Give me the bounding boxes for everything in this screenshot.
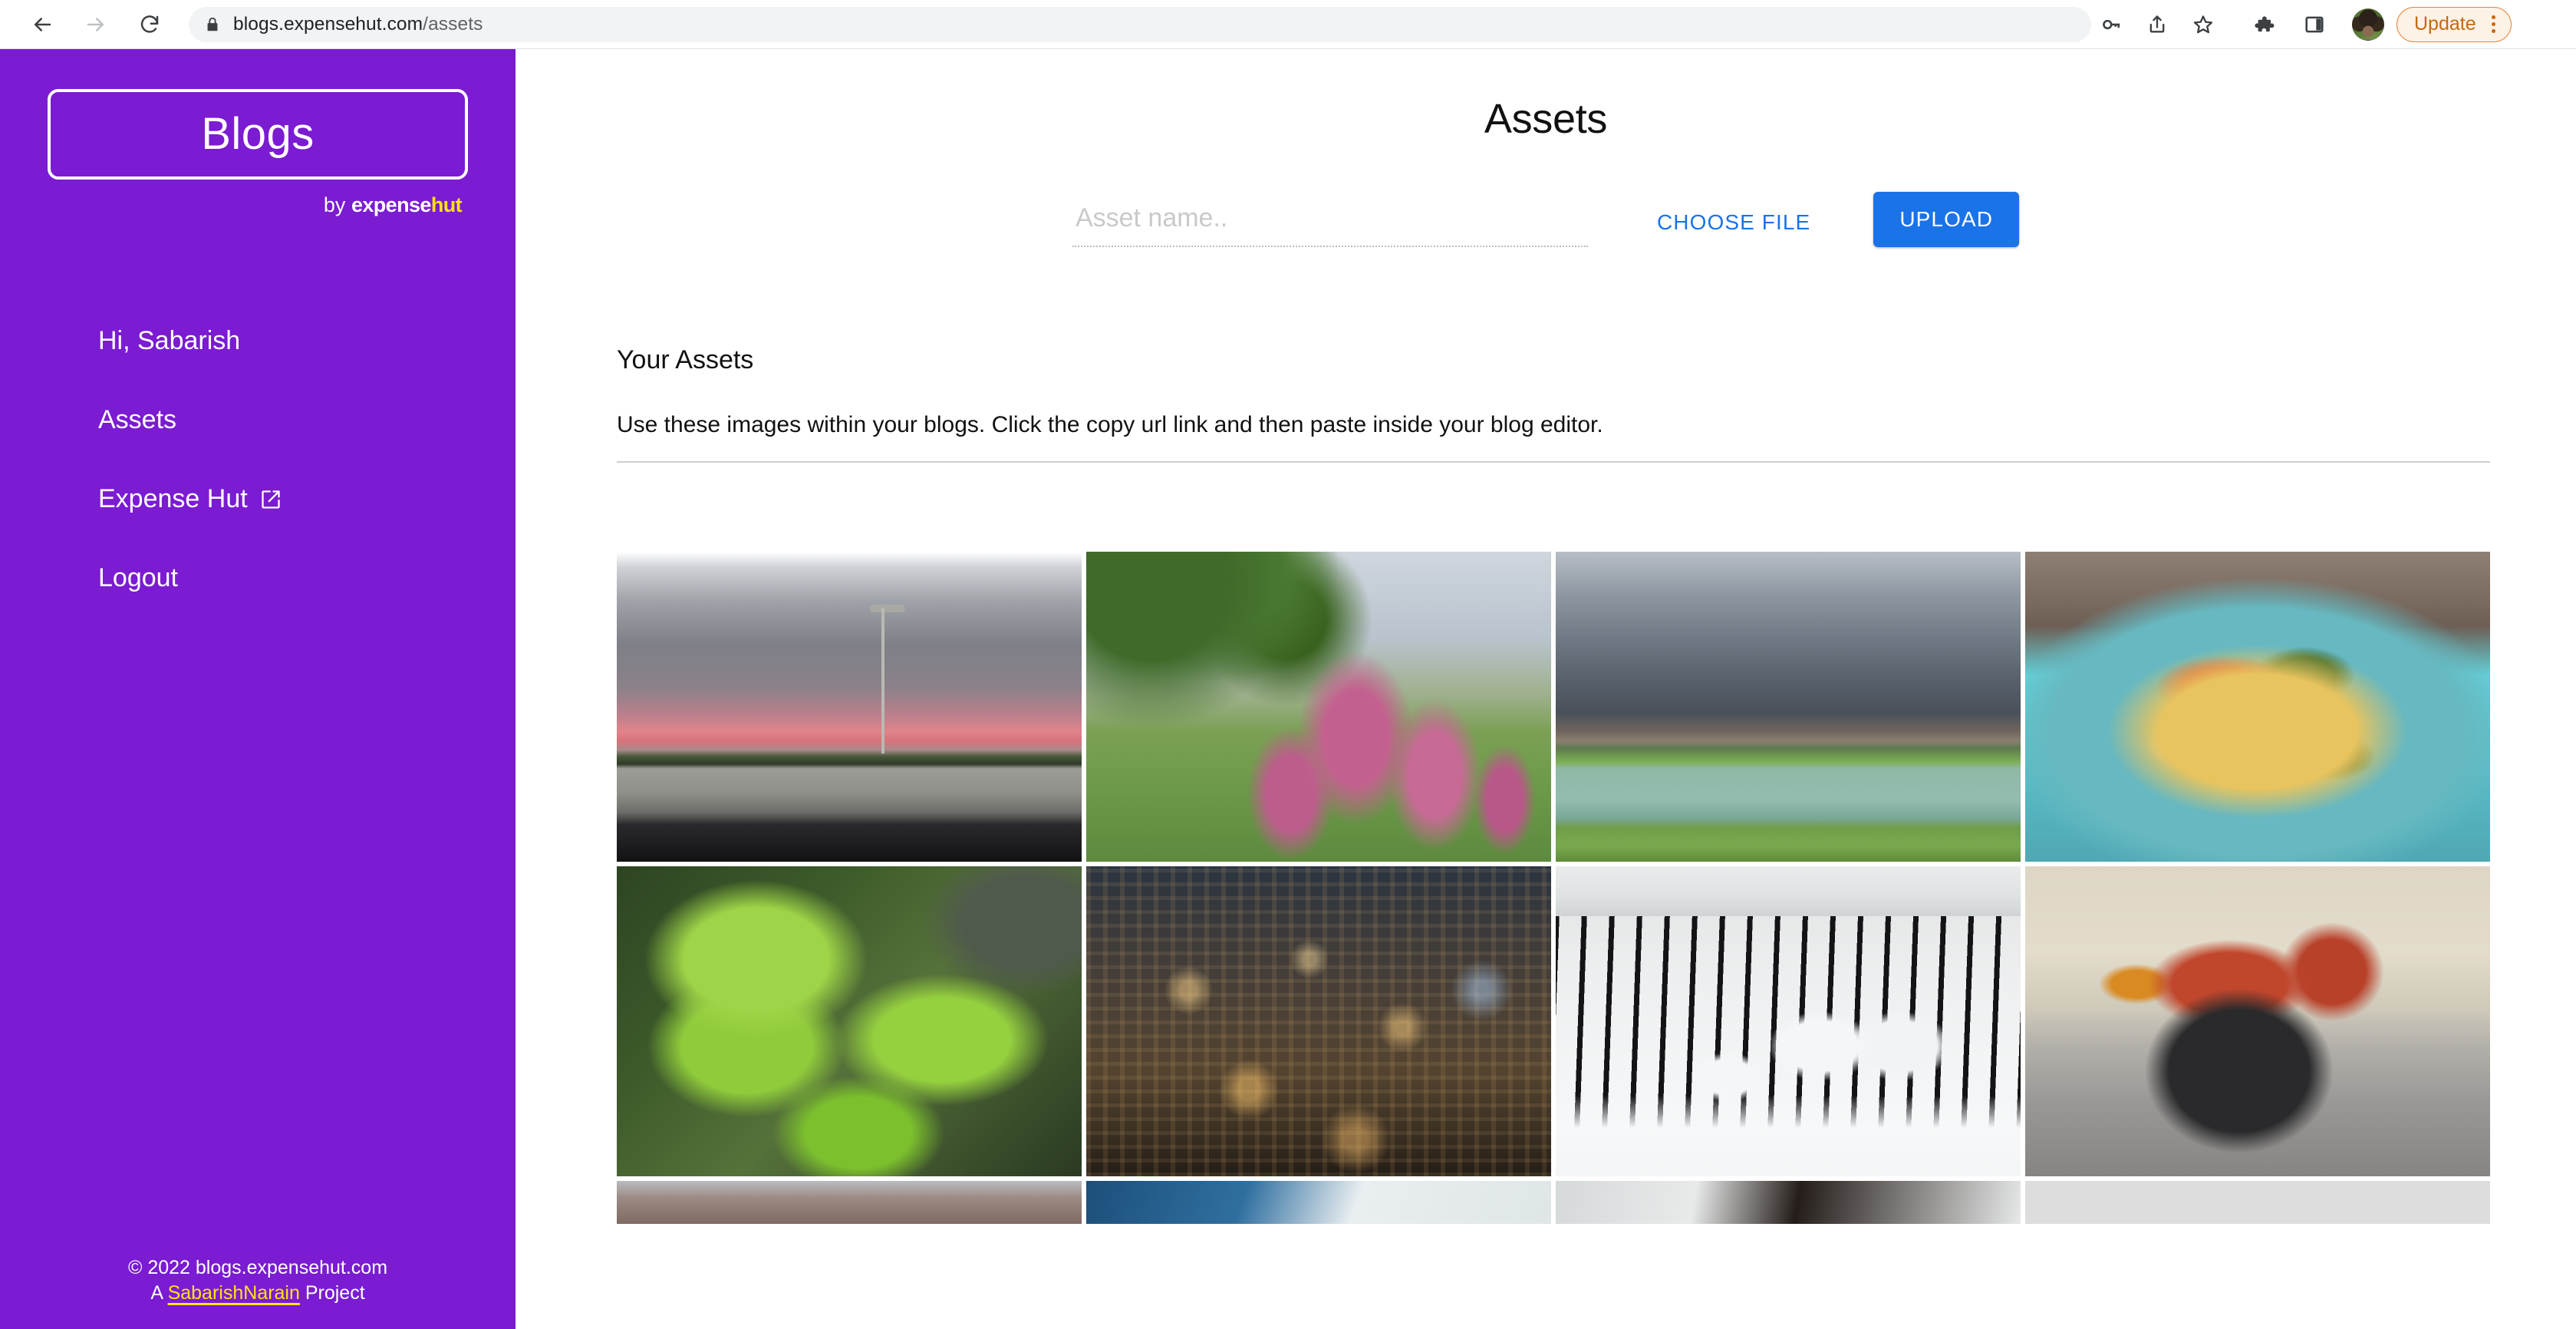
sidebar-logo-label: Blogs xyxy=(201,109,315,159)
browser-right-actions: Update xyxy=(2240,1,2512,48)
url-text: blogs.expensehut.com/assets xyxy=(233,13,483,35)
side-panel-icon xyxy=(2304,14,2325,35)
page-title: Assets xyxy=(1484,96,1608,142)
update-button[interactable]: Update xyxy=(2396,6,2512,42)
asset-name-field-wrap xyxy=(1072,203,1588,247)
byline-expense: expense xyxy=(351,193,431,216)
reload-button[interactable] xyxy=(126,1,173,48)
asset-thumbnail-green-leaves[interactable] xyxy=(617,866,1082,1176)
back-arrow-icon xyxy=(31,13,54,36)
three-dot-menu-icon[interactable] xyxy=(2487,15,2500,33)
asset-thumbnail-red-motorcycle[interactable] xyxy=(2025,866,2490,1176)
sidebar-byline: by expensehut xyxy=(0,193,516,217)
back-button[interactable] xyxy=(18,1,66,48)
footer-credit: A SabarishNarain Project xyxy=(0,1281,516,1306)
your-assets-heading: Your Assets xyxy=(617,345,754,374)
sidebar-item-assets[interactable]: Assets xyxy=(0,381,516,460)
footer-copyright: © 2022 blogs.expensehut.com xyxy=(127,1257,388,1278)
password-manager-icon xyxy=(2100,14,2122,35)
bookmark-button[interactable] xyxy=(2180,2,2226,48)
partial-image-1 xyxy=(617,1181,1082,1224)
upload-button[interactable]: UPLOAD xyxy=(1873,192,2020,247)
forward-button[interactable] xyxy=(72,1,120,48)
green-leaves-image xyxy=(617,866,1082,1176)
night-skyline-image xyxy=(1086,866,1551,1176)
your-assets-description: Use these images within your blogs. Clic… xyxy=(617,412,2490,463)
asset-thumbnail-highway-sunset[interactable] xyxy=(617,552,1082,862)
assets-grid xyxy=(617,552,2490,1224)
share-button[interactable] xyxy=(2134,2,2180,48)
pasta-plate-image xyxy=(2025,552,2490,862)
avatar[interactable] xyxy=(2352,8,2384,41)
sidebar-item-greeting: Hi, Sabarish xyxy=(0,302,516,381)
share-icon xyxy=(2146,14,2168,35)
snowy-balcony-image xyxy=(1556,866,2021,1176)
pink-flowers-image xyxy=(1086,552,1551,862)
asset-thumbnail-partial-1[interactable] xyxy=(617,1181,1082,1224)
partial-image-4 xyxy=(2025,1181,2490,1224)
asset-thumbnail-night-skyline[interactable] xyxy=(1086,866,1551,1176)
asset-thumbnail-snowy-balcony[interactable] xyxy=(1556,866,2021,1176)
reload-icon xyxy=(138,13,161,36)
browser-toolbar: blogs.expensehut.com/assets Update xyxy=(0,0,2576,49)
navigation-buttons xyxy=(18,1,173,48)
extensions-puzzle-icon xyxy=(2252,13,2275,36)
partial-image-3 xyxy=(1556,1181,2021,1224)
upload-form: CHOOSE FILE UPLOAD xyxy=(516,192,2576,247)
asset-name-input[interactable] xyxy=(1072,203,1588,246)
sidebar-item-expense-hut[interactable]: Expense Hut xyxy=(0,460,516,539)
main-content: Assets CHOOSE FILE UPLOAD Your Assets Us… xyxy=(516,49,2576,1329)
byline-hut: hut xyxy=(430,193,463,216)
footer-suffix: Project xyxy=(299,1282,365,1304)
address-bar[interactable]: blogs.expensehut.com/assets xyxy=(189,6,2091,42)
partial-image-2 xyxy=(1086,1181,1551,1224)
lock-icon xyxy=(204,16,221,33)
storm-lake-image xyxy=(1556,552,2021,862)
asset-thumbnail-partial-3[interactable] xyxy=(1556,1181,2021,1224)
asset-thumbnail-partial-4[interactable] xyxy=(2025,1181,2490,1224)
extensions-button[interactable] xyxy=(2240,1,2288,48)
choose-file-button[interactable]: CHOOSE FILE xyxy=(1657,210,1810,247)
asset-thumbnail-storm-lake[interactable] xyxy=(1556,552,2021,862)
omnibox-actions xyxy=(2088,2,2226,48)
red-motorcycle-image xyxy=(2025,866,2490,1176)
sidebar-nav: Hi, Sabarish Assets Expense Hut Logout xyxy=(0,302,516,618)
sidebar-logo[interactable]: Blogs xyxy=(48,89,468,180)
side-panel-button[interactable] xyxy=(2291,1,2338,48)
sidebar-footer: © 2022 blogs.expensehut.com A SabarishNa… xyxy=(0,1255,516,1306)
update-button-label: Update xyxy=(2414,13,2476,35)
asset-thumbnail-pink-flowers[interactable] xyxy=(1086,552,1551,862)
your-assets-section: Your Assets Use these images within your… xyxy=(617,345,2490,463)
sidebar-item-label: Expense Hut xyxy=(98,484,248,513)
sidebar: Blogs by expensehut Hi, Sabarish Assets … xyxy=(0,49,516,1329)
bookmark-star-icon xyxy=(2192,14,2214,35)
byline-by: by xyxy=(323,193,351,216)
asset-thumbnail-pasta-plate[interactable] xyxy=(2025,552,2490,862)
sidebar-item-label: Logout xyxy=(98,563,178,592)
sidebar-item-logout[interactable]: Logout xyxy=(0,539,516,618)
asset-thumbnail-partial-2[interactable] xyxy=(1086,1181,1551,1224)
page-body: Blogs by expensehut Hi, Sabarish Assets … xyxy=(0,49,2576,1329)
footer-prefix: A xyxy=(150,1282,168,1304)
external-link-icon xyxy=(260,489,282,510)
footer-author-link[interactable]: SabarishNarain xyxy=(168,1282,300,1304)
password-manager-button[interactable] xyxy=(2088,2,2134,48)
highway-sunset-image xyxy=(617,552,1082,862)
sidebar-item-label: Assets xyxy=(98,405,177,434)
sidebar-item-label: Hi, Sabarish xyxy=(98,326,241,355)
forward-arrow-icon xyxy=(84,13,107,36)
asset-name-underline xyxy=(1072,246,1588,247)
